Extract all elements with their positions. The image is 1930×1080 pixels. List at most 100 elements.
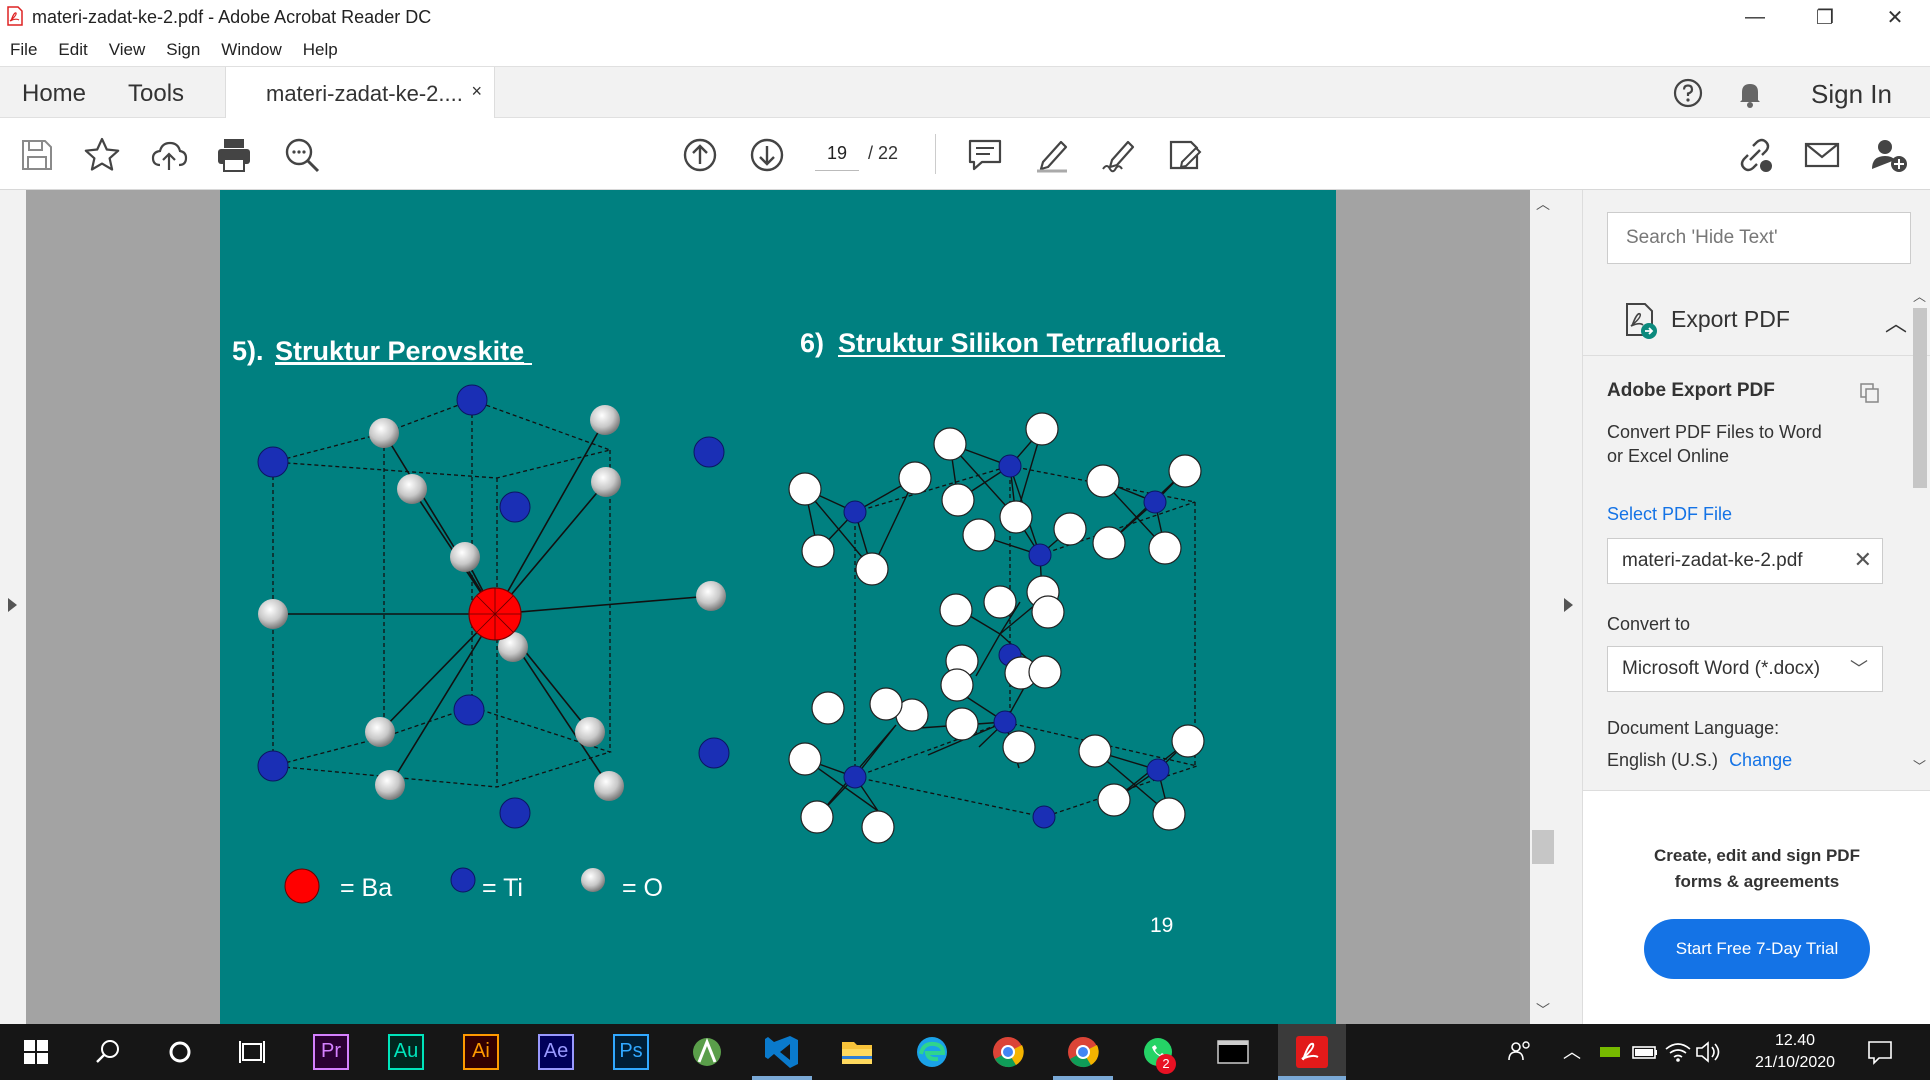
export-desc-line2: or Excel Online [1607,446,1730,466]
tab-home[interactable]: Home [22,80,86,108]
help-icon[interactable] [1672,77,1704,109]
pane-search-input[interactable]: Search 'Hide Text' [1607,212,1911,264]
slide-page-number: 19 [1150,914,1173,937]
menu-file[interactable]: File [10,40,37,60]
close-tab-icon[interactable]: × [471,81,482,102]
volume-icon[interactable] [1688,1032,1728,1072]
illustrator-icon[interactable]: Ai [463,1034,499,1070]
page-total: / 22 [868,143,899,163]
premiere-pro-icon[interactable]: Pr [313,1034,349,1070]
toolbar: 19 / 22 [0,118,1930,190]
people-icon[interactable] [1500,1032,1540,1072]
chevron-down-icon: ﹀ [1850,659,1868,679]
vscode-icon[interactable] [762,1032,802,1072]
chrome-icon[interactable] [988,1032,1028,1072]
convert-to-label: Convert to [1607,614,1691,634]
language-value: English (U.S.) [1607,750,1719,770]
menu-bar: File Edit View Sign Window Help [0,34,1930,66]
sign-pen-icon[interactable] [1100,136,1138,174]
document-language-label: Document Language: [1607,718,1780,738]
after-effects-icon[interactable]: Ae [538,1034,574,1070]
document-tab-label: materi-zadat-ke-2.... [266,81,463,106]
pane-scrollbar-thumb[interactable] [1913,308,1927,488]
file-explorer-icon[interactable] [837,1032,877,1072]
pane-scroll-down-icon[interactable]: ﹀ [1913,756,1926,775]
format-dropdown[interactable]: Microsoft Word (*.docx) ﹀ [1607,646,1883,692]
android-studio-icon[interactable] [687,1032,727,1072]
select-pdf-file-link[interactable]: Select PDF File [1607,504,1732,525]
chrome-active-indicator [1053,1076,1113,1080]
slide-figure: 5). Struktur Perovskite 6) Struktur Sili… [232,328,1225,937]
pane-scroll-up-icon[interactable]: ︿ [1913,286,1926,305]
email-icon[interactable] [1803,136,1841,174]
highlight-pen-icon[interactable] [1033,136,1071,174]
collapse-right-arrow-icon[interactable] [1564,598,1573,612]
format-selected: Microsoft Word (*.docx) [1622,658,1821,679]
share-link-icon[interactable] [1736,136,1774,174]
show-hidden-icons-icon[interactable]: ︿ [1563,1038,1581,1064]
change-language-link[interactable]: Change [1729,750,1792,770]
left-panel-toggle[interactable] [0,190,26,1024]
edge-browser-icon[interactable] [912,1032,952,1072]
close-window-button[interactable]: ✕ [1860,0,1930,34]
fill-sign-icon[interactable] [1166,136,1204,174]
zoom-search-icon[interactable] [283,136,321,174]
action-center-icon[interactable] [1860,1032,1900,1072]
save-icon[interactable] [18,136,56,174]
maximize-button[interactable]: ❐ [1790,0,1860,34]
menu-help[interactable]: Help [303,40,338,60]
menu-view[interactable]: View [109,40,146,60]
cortana-icon[interactable] [160,1032,200,1072]
tab-row: Home Tools materi-zadat-ke-2.... × Sign … [0,66,1930,119]
task-view-icon[interactable] [232,1032,272,1072]
menu-edit[interactable]: Edit [58,40,87,60]
clear-file-icon[interactable]: ✕ [1854,547,1872,573]
promo-line1: Create, edit and sign PDF [1654,846,1860,865]
terminal-icon[interactable] [1213,1032,1253,1072]
expand-left-arrow-icon[interactable] [8,598,17,612]
previous-page-icon[interactable] [681,136,719,174]
system-clock[interactable]: 12.40 21/10/2020 [1740,1030,1850,1074]
notification-bell-icon[interactable] [1734,77,1766,109]
scroll-up-icon[interactable]: ︿ [1536,194,1550,214]
acrobat-reader-icon[interactable] [1292,1032,1332,1072]
left-section-title: Struktur Perovskite [275,336,524,366]
tab-document[interactable]: materi-zadat-ke-2.... × [225,67,495,119]
scroll-down-icon[interactable]: ﹀ [1536,1000,1550,1020]
print-icon[interactable] [215,136,253,174]
export-pdf-header[interactable]: Export PDF ︿ [1583,286,1930,356]
promo-text: Create, edit and sign PDF forms & agreem… [1583,843,1930,895]
copy-icon[interactable] [1859,382,1881,404]
audition-icon[interactable]: Au [388,1034,424,1070]
menu-sign[interactable]: Sign [166,40,200,60]
right-section-number: 6) [800,328,824,358]
selected-file-field[interactable]: materi-zadat-ke-2.pdf ✕ [1607,538,1883,584]
export-pdf-title: Export PDF [1671,306,1790,332]
legend-o: = O [622,874,663,902]
legend-ti-swatch [450,867,476,893]
sign-in-button[interactable]: Sign In [1811,79,1892,110]
menu-window[interactable]: Window [221,40,281,60]
scrollbar-thumb[interactable] [1532,830,1554,864]
start-trial-button[interactable]: Start Free 7-Day Trial [1644,919,1870,979]
clock-time: 12.40 [1774,1032,1816,1049]
collapse-chevron-icon[interactable]: ︿ [1885,306,1907,338]
comment-icon[interactable] [966,136,1004,174]
search-icon[interactable] [88,1032,128,1072]
nvidia-tray-icon[interactable] [1590,1032,1630,1072]
next-page-icon[interactable] [748,136,786,174]
bookmark-star-icon[interactable] [83,136,121,174]
tab-tools[interactable]: Tools [128,80,184,108]
windows-start-icon[interactable] [16,1032,56,1072]
title-bar: materi-zadat-ke-2.pdf - Adobe Acrobat Re… [0,0,1930,34]
page-number-input[interactable]: 19 [815,135,859,171]
photoshop-icon[interactable]: Ps [613,1034,649,1070]
right-panel-toggle[interactable] [1555,190,1582,1024]
minimize-button[interactable]: — [1720,0,1790,34]
legend-ba-swatch [284,868,320,904]
chrome-profile-icon[interactable] [1063,1032,1103,1072]
upload-cloud-icon[interactable] [150,136,188,174]
add-user-icon[interactable] [1870,136,1908,174]
document-viewer[interactable]: 5). Struktur Perovskite 6) Struktur Sili… [0,190,1563,1024]
acrobat-active-indicator [1278,1076,1346,1080]
